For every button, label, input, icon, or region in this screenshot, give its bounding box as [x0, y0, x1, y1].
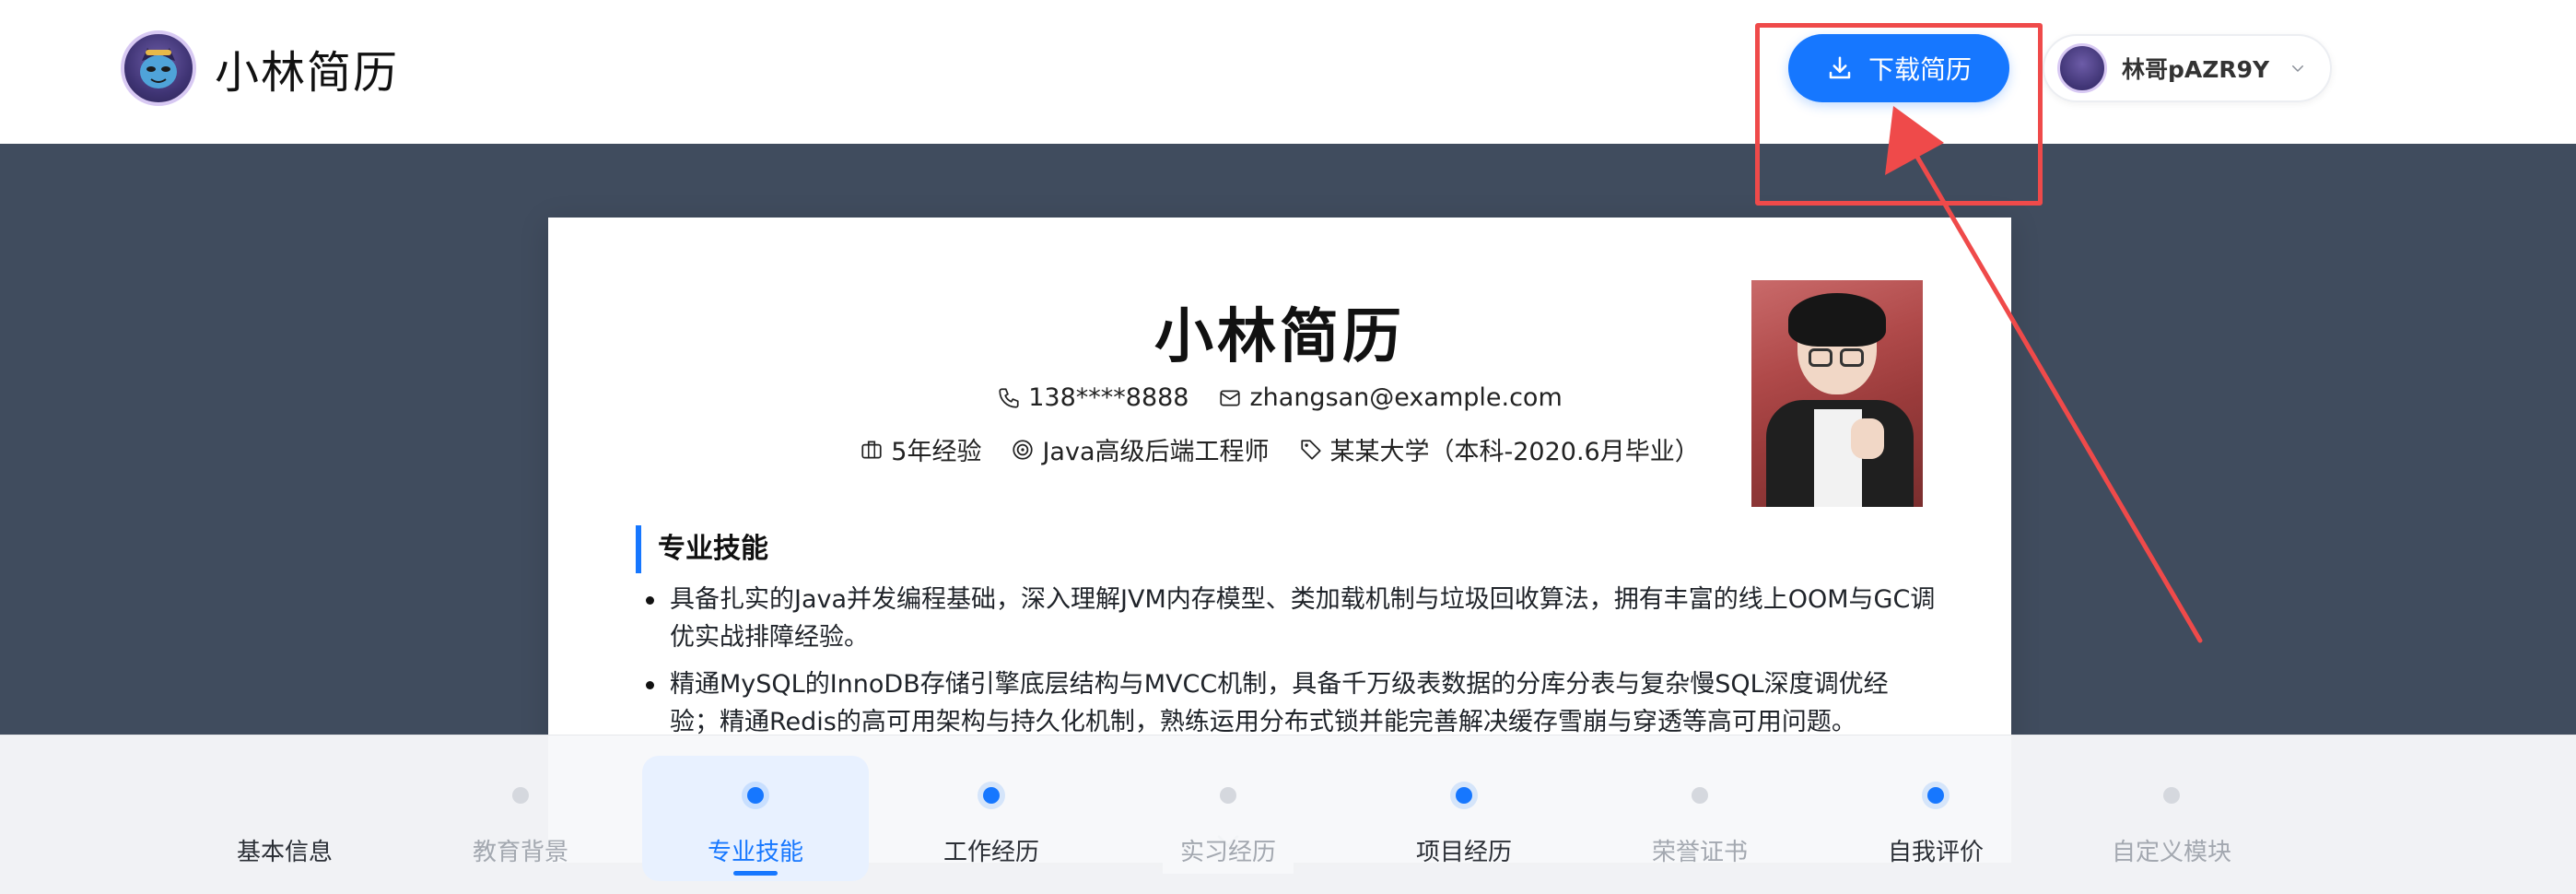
status-dot: [1456, 787, 1472, 804]
education-item: 某某大学（本科-2020.6月毕业）: [1299, 431, 1700, 467]
status-dot: [983, 787, 1000, 804]
download-label: 下载简历: [1868, 54, 1972, 85]
brand-title: 小林简历: [215, 47, 400, 99]
tag-icon: [1300, 439, 1321, 460]
status-dot: [747, 787, 764, 804]
user-menu[interactable]: 林哥pAZR9Y: [2043, 34, 2332, 102]
section-title-skills: 专业技能: [636, 525, 768, 573]
brand[interactable]: 小林简历: [121, 30, 399, 106]
nav-item-honors[interactable]: 荣誉证书: [1587, 756, 1813, 881]
email-text: zhangsan@example.com: [1249, 383, 1563, 412]
user-name: 林哥pAZR9Y: [2122, 56, 2270, 83]
nav-label: 荣誉证书: [1651, 839, 1748, 866]
status-dot: [1692, 787, 1708, 804]
status-dot: [276, 787, 293, 804]
phone-text: 138****8888: [1028, 383, 1189, 412]
nav-item-internship[interactable]: 实习经历: [1115, 756, 1341, 881]
nav-item-custom[interactable]: 自定义模块: [2058, 756, 2285, 881]
nav-label: 教育背景: [472, 839, 568, 866]
experience-item: 5年经验: [860, 431, 981, 467]
nav-item-work[interactable]: 工作经历: [878, 756, 1105, 881]
nav-item-basic-info[interactable]: 基本信息: [171, 756, 398, 881]
active-indicator: [733, 871, 778, 876]
briefcase-icon: [861, 440, 882, 459]
status-dot: [1927, 787, 1944, 804]
experience-text: 5年经验: [891, 438, 982, 466]
nav-item-skills[interactable]: 专业技能: [642, 756, 869, 881]
status-dot: [512, 787, 529, 804]
chevron-down-icon: [2292, 65, 2304, 72]
nav-label: 专业技能: [707, 839, 803, 866]
download-resume-button[interactable]: 下载简历: [1788, 34, 2009, 102]
brand-logo: [121, 30, 196, 106]
email-item: zhangsan@example.com: [1218, 383, 1563, 412]
phone-item: 138****8888: [997, 383, 1188, 412]
profile-photo: [1751, 280, 1923, 507]
skills-list: 具备扎实的Java并发编程基础，深入理解JVM内存模型、类加载机制与垃圾回收算法…: [637, 581, 1936, 750]
position-item: Java高级后端工程师: [1011, 431, 1270, 467]
nav-label: 工作经历: [943, 839, 1039, 866]
avatar: [2057, 43, 2107, 93]
mail-icon: [1220, 390, 1241, 406]
download-icon: [1829, 56, 1851, 79]
list-item: 具备扎实的Java并发编程基础，深入理解JVM内存模型、类加载机制与垃圾回收算法…: [637, 581, 1936, 656]
nav-label: 实习经历: [1179, 839, 1276, 866]
target-icon: [1013, 439, 1034, 460]
phone-icon: [999, 387, 1019, 408]
education-text: 某某大学（本科-2020.6月毕业）: [1329, 438, 1700, 466]
nav-label: 项目经历: [1415, 839, 1512, 866]
status-dot: [1220, 787, 1236, 804]
nav-label: 自定义模块: [2111, 839, 2231, 866]
cat-mascot-icon: [140, 48, 177, 88]
nav-label: 自我评价: [1887, 839, 1984, 866]
top-header: 小林简历 下载简历 林哥pAZR9Y: [0, 0, 2576, 144]
status-dot: [2163, 787, 2180, 804]
nav-item-education[interactable]: 教育背景: [407, 756, 634, 881]
section-nav: 基本信息 教育背景 专业技能 工作经历 实习经历 项目经历 荣誉证书 自我评价 …: [0, 735, 2576, 894]
list-item: 精通MySQL的InnoDB存储引擎底层结构与MVCC机制，具备千万级表数据的分…: [637, 665, 1936, 741]
position-text: Java高级后端工程师: [1042, 438, 1270, 466]
nav-item-self-evaluation[interactable]: 自我评价: [1822, 756, 2049, 881]
nav-item-projects[interactable]: 项目经历: [1351, 756, 1577, 881]
nav-label: 基本信息: [236, 839, 333, 866]
